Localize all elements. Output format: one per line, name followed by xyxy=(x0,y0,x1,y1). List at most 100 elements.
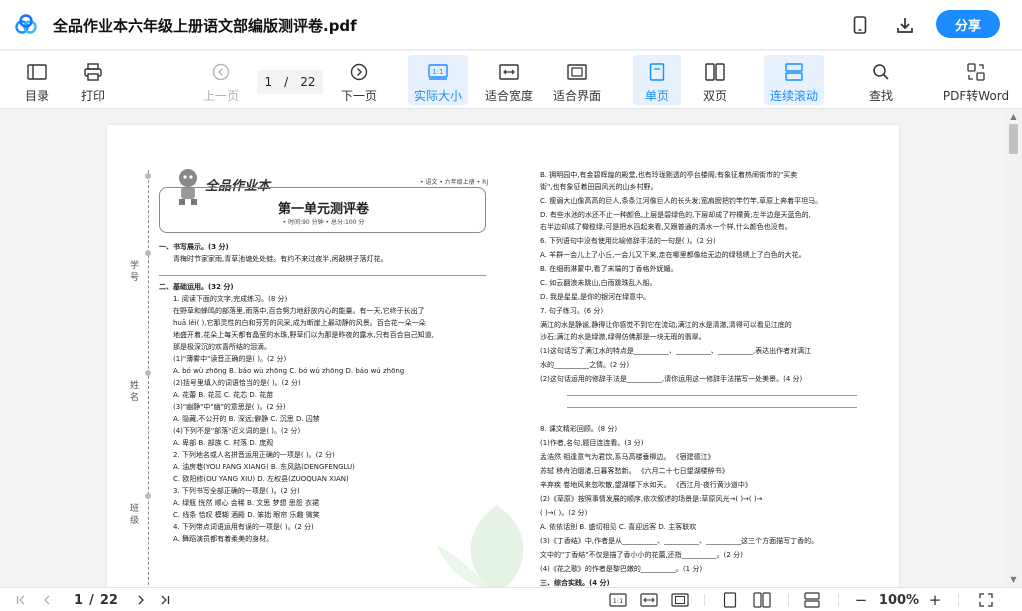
left-text-line: 2. 下列地名或人名拼音运用正确的一项是( )。(2 分) xyxy=(173,451,335,459)
outline-label: 目录 xyxy=(24,89,49,103)
share-button[interactable]: 分享 xyxy=(936,10,1000,38)
next-page-button[interactable]: 下一页 xyxy=(336,55,382,105)
right-text-line: ( )→( )。(2 分) xyxy=(540,509,588,517)
section-divider xyxy=(159,275,486,276)
print-label: 打印 xyxy=(80,89,105,103)
bottom-double-page-icon[interactable] xyxy=(751,588,773,611)
left-text-line: 二、基础运用。(32 分) xyxy=(159,283,234,291)
right-text-line: (1)这句话写了满江水的特点是__________、__________、___… xyxy=(540,347,812,355)
left-text-line: 地盛开着,花朵上每天都有晶莹的水珠,野草们以为那是昨夜的露水,只有百合自己知道, xyxy=(173,331,434,339)
printer-icon xyxy=(82,61,104,83)
mobile-icon[interactable] xyxy=(849,14,871,36)
continuous-scroll-label: 连续滚动 xyxy=(769,89,818,103)
actual-size-icon: 1:1 xyxy=(427,61,449,83)
left-text-line: A. 油房巷(YOU FANG XIANG) B. 东风路(DENGFENGLU… xyxy=(173,463,355,471)
prev-page-label: 上一页 xyxy=(202,89,239,103)
right-text-line: A. 羊群一会儿上了小丘,一会儿又下来,走在哪里都像给无边的绿毯绣上了白色的大花… xyxy=(540,251,806,259)
fit-page-label: 适合界面 xyxy=(552,89,601,103)
answer-line xyxy=(567,407,857,408)
bottom-continuous-scroll-icon[interactable] xyxy=(801,588,823,611)
search-button[interactable]: 查找 xyxy=(862,55,900,105)
double-page-label: 双页 xyxy=(702,89,727,103)
left-text-line: (2)括号里填入的词语恰当的是( )。(2 分) xyxy=(173,379,301,387)
single-page-button[interactable]: 单页 xyxy=(633,55,681,105)
last-page-icon[interactable] xyxy=(158,588,172,611)
document-title: 全品作业本六年级上册语文部编版测评卷.pdf xyxy=(53,17,357,35)
convert-icon xyxy=(965,61,987,83)
right-text-line: 水的__________之情。(2 分) xyxy=(540,361,630,369)
bottom-fit-page-icon[interactable] xyxy=(669,588,691,611)
bottom-actual-size-icon-text: 1:1 xyxy=(613,597,623,605)
prev-page-button[interactable]: 上一页 xyxy=(198,55,244,105)
vertical-scrollbar[interactable]: ▲ ▼ xyxy=(1005,110,1022,587)
fit-width-button[interactable]: 适合宽度 xyxy=(481,55,537,105)
zoom-in-button[interactable]: + xyxy=(926,588,944,611)
first-page-icon[interactable] xyxy=(14,588,28,611)
fit-page-button[interactable]: 适合界面 xyxy=(548,55,606,105)
divider xyxy=(838,594,839,606)
actual-size-button[interactable]: 1:1 实际大小 xyxy=(408,55,468,105)
left-text-line: (1)"薄雾中"读音正确的是( )。(2 分) xyxy=(173,355,287,363)
fullscreen-icon[interactable] xyxy=(976,588,996,611)
bottom-single-page-icon[interactable] xyxy=(720,588,740,611)
divider xyxy=(704,594,705,606)
zoom-level[interactable]: 100% xyxy=(876,588,922,611)
left-text-line: 那是极深沉的欢喜所结的泪滴。 xyxy=(173,343,271,351)
bottom-bar: 1 / 22 1:1 − 100% + xyxy=(0,587,1022,611)
left-text-line: A. 隐藏,不公开的 B. 深远;僻静 C. 沉思 D. 囚禁 xyxy=(173,415,320,423)
exam-meta: • 时间:90 分钟 • 总分:100 分 xyxy=(282,219,365,226)
bottom-page-indicator[interactable]: 1 / 22 xyxy=(66,588,126,611)
binding-dot xyxy=(145,370,151,376)
prev-page-icon[interactable] xyxy=(40,588,54,611)
next-page-label: 下一页 xyxy=(340,89,377,103)
right-text-line: 孟浩然 相逢意气为君饮,系马高楼垂柳边。 《宿建德江》 xyxy=(540,453,715,461)
scroll-thumb[interactable] xyxy=(1009,124,1018,154)
print-button[interactable]: 打印 xyxy=(74,55,112,105)
fit-page-icon xyxy=(566,61,588,83)
app-logo-icon xyxy=(15,14,37,34)
chevron-right-circle-icon xyxy=(348,61,370,83)
binding-dot xyxy=(145,173,151,179)
right-text-line: 文中的"丁香结"不仅是描了香小小的花蕾,还指__________。(2 分) xyxy=(540,551,743,559)
exam-title: 第一单元测评卷 xyxy=(277,202,369,217)
bottom-actual-size-icon[interactable]: 1:1 xyxy=(607,588,629,611)
next-page-icon[interactable] xyxy=(134,588,148,611)
pdf-page: 学 号 姓 名 班 级 全品作业本 • 语文 • 六年级上册 • RJ 第一单元… xyxy=(107,125,899,587)
binding-label-student-id: 学 号 xyxy=(128,260,138,281)
right-text-line: 三、综合实践。(4 分) xyxy=(540,579,610,587)
download-icon[interactable] xyxy=(894,14,916,36)
left-text-line: C. 线条 恰叹 模糊 酒殿 D. 笨拙 眼帘 乐趣 微笑 xyxy=(173,511,320,519)
outline-icon xyxy=(26,61,48,83)
right-text-line: 右半边却成了橄榄绿;可是把水舀起来看,又跟普通的清水一个样,什么颜色也没有。 xyxy=(540,223,792,231)
fit-width-icon xyxy=(498,61,520,83)
right-text-line: 辛弃疾 卷地风来忽吹散,望湖楼下水如天。 《西江月·夜行黄沙道中》 xyxy=(540,481,752,489)
right-text-line: C. 瘦弱大山像高高的巨人,条条江河像巨人的长头发;宽肩膀把钓竿竹竿,草原上奔着… xyxy=(540,197,823,205)
right-text-line: B. 在细雨淋蒙中,看了末端的丁香格外妩媚。 xyxy=(540,265,678,273)
right-text-line: A. 依依话别 B. 盛切相见 C. 喜迎远客 D. 主客联欢 xyxy=(540,523,697,531)
pdf-to-word-button[interactable]: PDF转Word xyxy=(940,55,1012,105)
bottom-total-pages: 22 xyxy=(99,592,118,608)
outline-button[interactable]: 目录 xyxy=(18,55,56,105)
left-text-line: 1. 阅读下面的文字,完成练习。(8 分) xyxy=(173,295,288,303)
binding-dot xyxy=(145,493,151,499)
bottom-fit-width-icon[interactable] xyxy=(638,588,660,611)
scroll-down-icon[interactable]: ▼ xyxy=(1009,576,1018,584)
binding-label-class: 班 级 xyxy=(128,503,138,524)
left-text-line: A. 卑部 B. 部族 C. 村落 D. 庞观 xyxy=(173,439,274,447)
scroll-up-icon[interactable]: ▲ xyxy=(1009,113,1018,121)
right-text-line: C. 如云翻浪未跳山,白雨跳珠乱入船。 xyxy=(540,279,657,287)
left-text-line: (4)下列不是"部落"近义词的是( )。(2 分) xyxy=(173,427,301,435)
continuous-scroll-icon xyxy=(783,61,805,83)
right-text-line: B. 拥明园中,有金碧辉煌的殿堂,也有玲珑剔透的亭台楼阁;有象征着热闹街市的"买… xyxy=(540,171,798,179)
left-text-line: A. 舞蹈演员都有着柔美的身材。 xyxy=(173,535,274,543)
page-separator: / xyxy=(284,75,289,89)
left-text-line: 3. 下列书写全部正确的一项是( )。(2 分) xyxy=(173,487,300,495)
document-viewport[interactable]: 学 号 姓 名 班 级 全品作业本 • 语文 • 六年级上册 • RJ 第一单元… xyxy=(0,110,1005,587)
search-label: 查找 xyxy=(868,89,893,103)
page-number-input[interactable]: 1 / 22 xyxy=(257,70,323,94)
current-page-value: 1 xyxy=(264,75,273,89)
zoom-out-button[interactable]: − xyxy=(852,588,870,611)
right-text-line: 7. 句子练习。(6 分) xyxy=(540,307,604,315)
double-page-button[interactable]: 双页 xyxy=(692,55,738,105)
continuous-scroll-button[interactable]: 连续滚动 xyxy=(764,55,824,105)
